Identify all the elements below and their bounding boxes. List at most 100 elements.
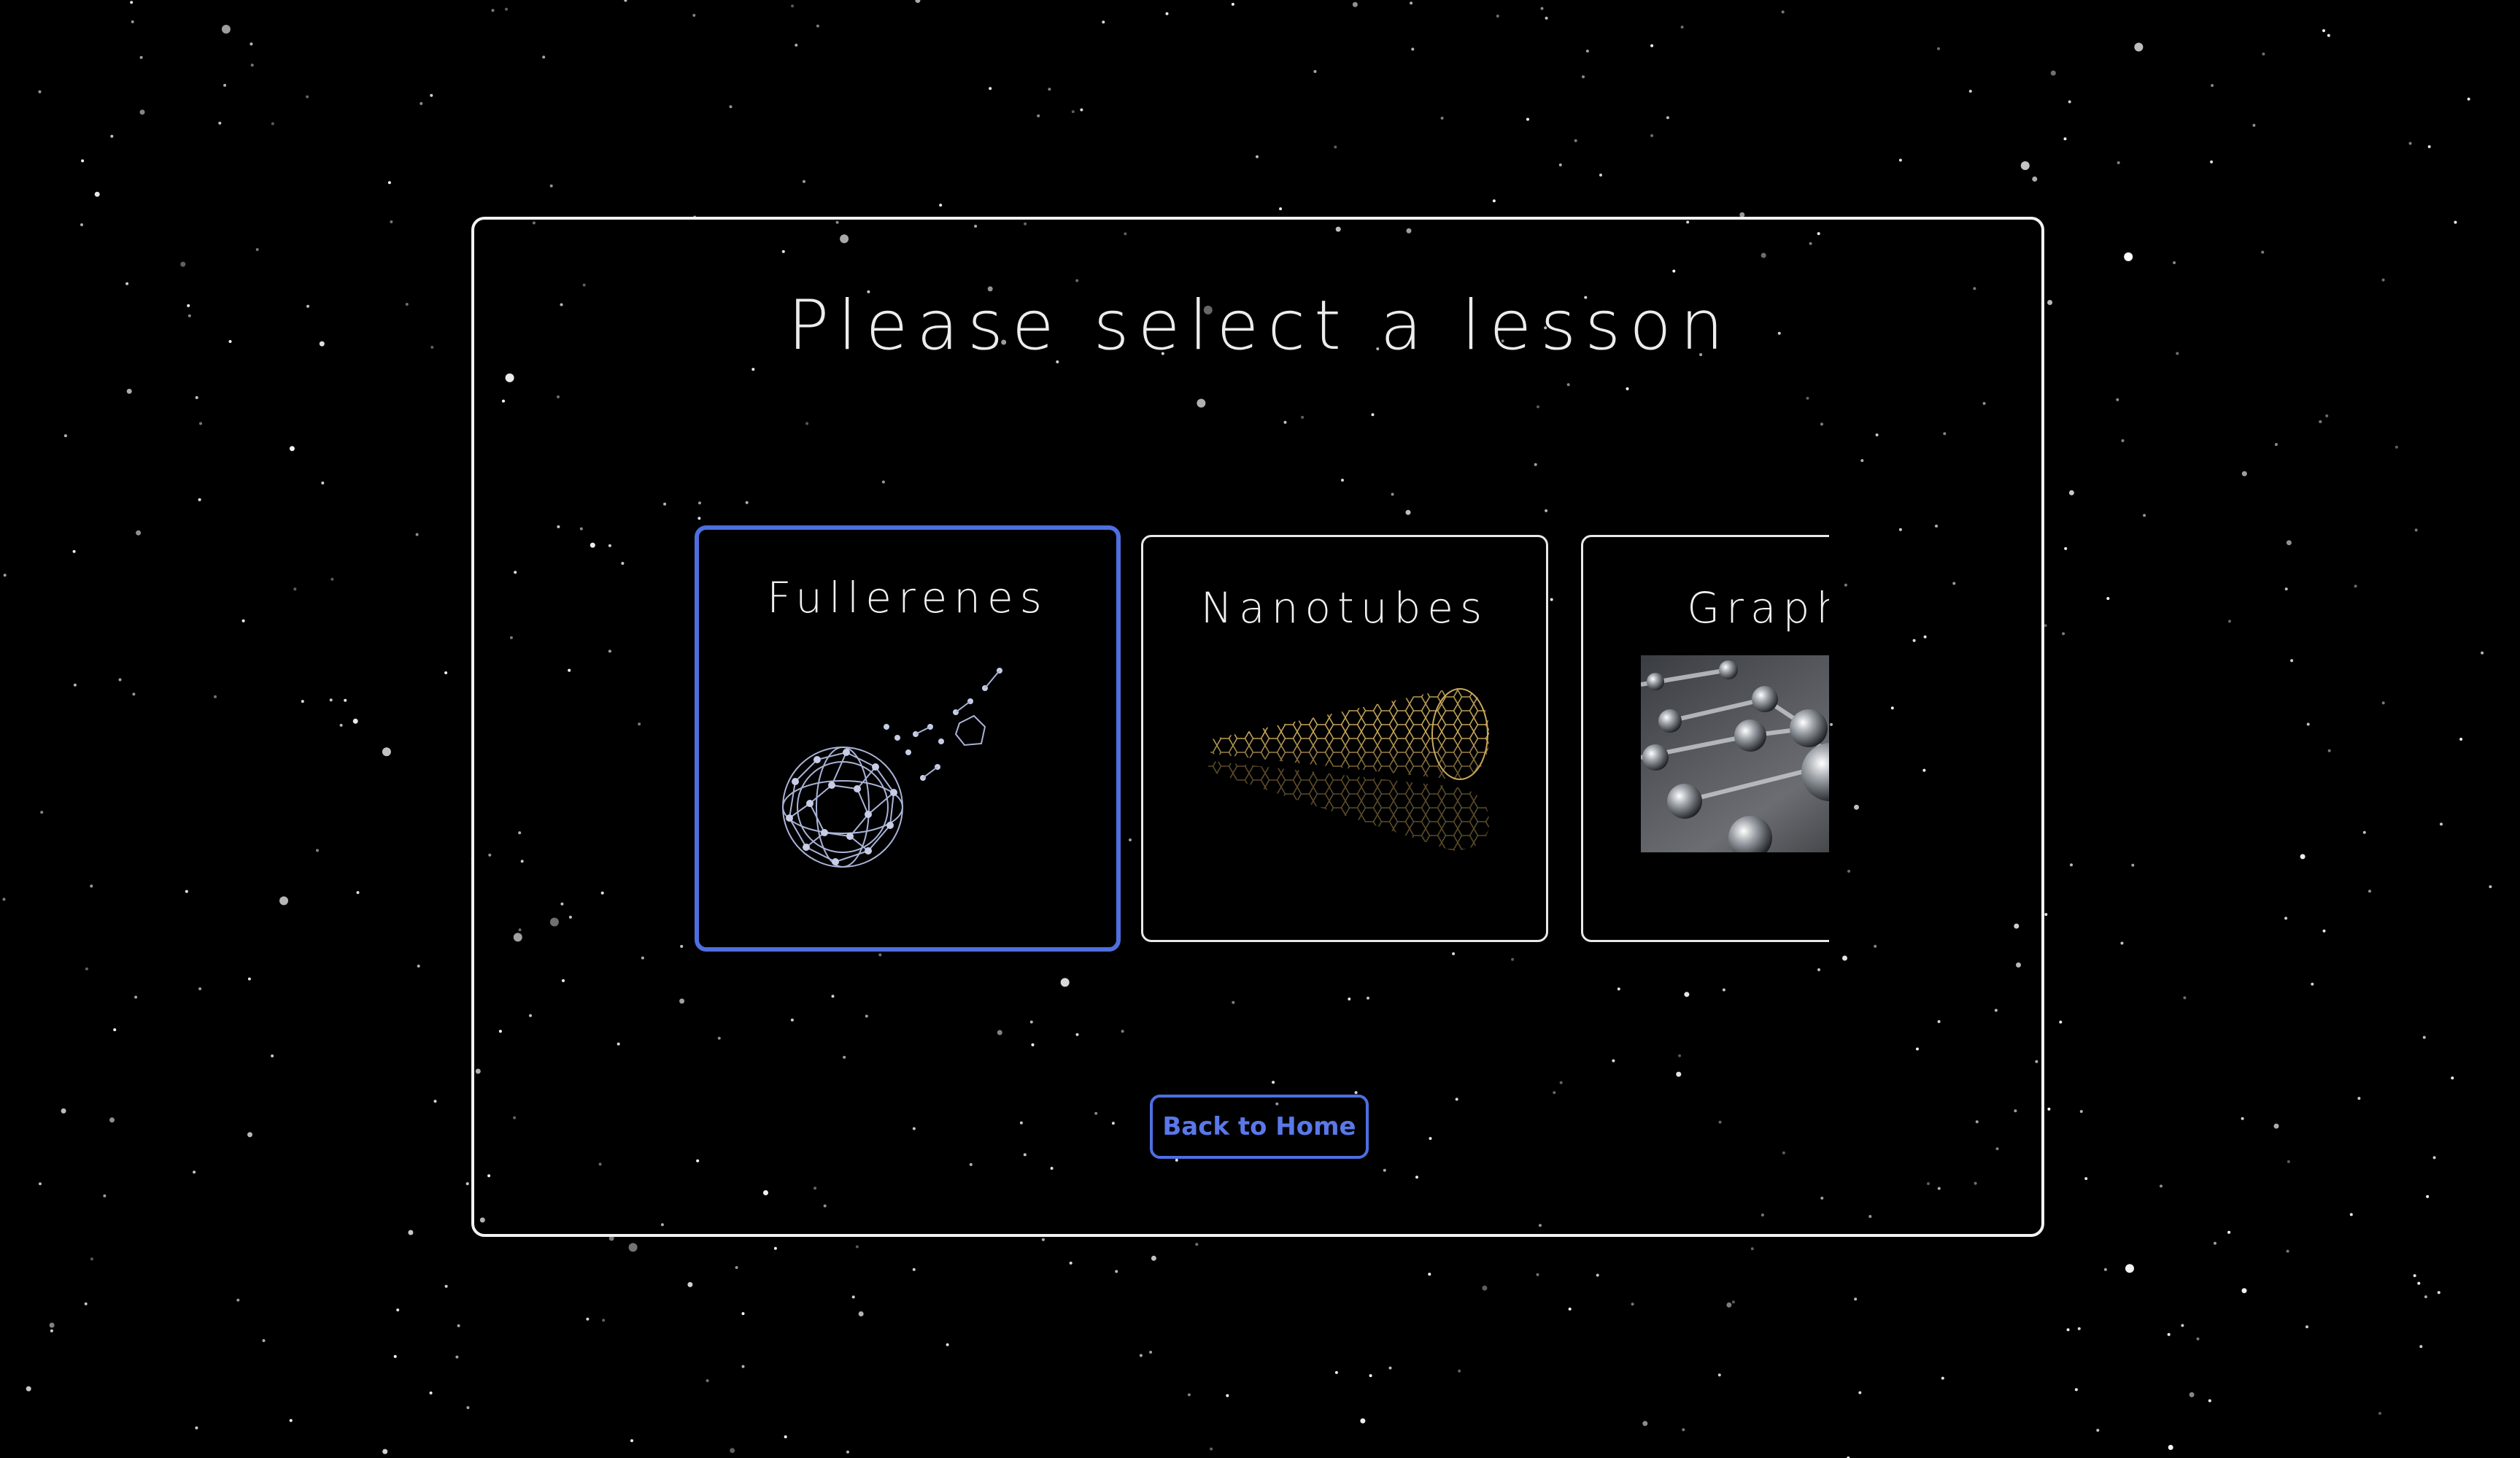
star [185, 890, 188, 893]
star [1750, 1247, 1754, 1251]
star [2241, 1288, 2247, 1294]
star [2252, 123, 2256, 127]
star [2120, 941, 2124, 945]
star [85, 967, 88, 971]
star [2327, 749, 2331, 752]
carbon-nanotube-image [1208, 688, 1489, 851]
star [136, 530, 142, 536]
star [1536, 1273, 1539, 1276]
star [247, 1132, 252, 1138]
star [110, 134, 114, 138]
star [851, 1295, 855, 1299]
star [2322, 29, 2325, 32]
star [2068, 490, 2074, 495]
star [624, 0, 627, 2]
star [125, 282, 129, 285]
star [2167, 1332, 2171, 1336]
star [2451, 1076, 2454, 1080]
star [2059, 1020, 2063, 1024]
lesson-card-nanotubes[interactable]: Nanotubes [1141, 535, 1548, 942]
star [630, 1439, 633, 1443]
star [2077, 1327, 2081, 1330]
star [1369, 1374, 1372, 1378]
star [741, 1365, 745, 1368]
graphene-lattice-image [1641, 655, 1829, 852]
star [784, 1435, 787, 1438]
star [2419, 1345, 2423, 1349]
star [80, 223, 83, 226]
star [387, 181, 391, 185]
star [455, 1355, 459, 1359]
star [1440, 116, 1444, 120]
star [2284, 587, 2288, 591]
star [989, 87, 992, 90]
lesson-card-graphene[interactable]: Graphe [1581, 535, 1829, 942]
star [415, 533, 419, 536]
star [199, 422, 202, 425]
star [741, 1312, 745, 1316]
star [1151, 1255, 1156, 1261]
star [433, 1100, 437, 1103]
star [2467, 97, 2470, 101]
star [1574, 139, 1577, 142]
star [2422, 1035, 2426, 1039]
star [1313, 70, 1317, 73]
star [109, 1117, 115, 1123]
star [236, 1298, 240, 1302]
star [262, 1339, 266, 1343]
star [730, 1448, 735, 1454]
star [2414, 528, 2418, 532]
star [241, 619, 245, 622]
star [1596, 1273, 1599, 1277]
star [692, 14, 696, 17]
star [457, 1324, 460, 1327]
star [2286, 540, 2292, 546]
star [1334, 1370, 1338, 1374]
star [139, 55, 143, 59]
star [2131, 863, 2135, 867]
star [1210, 1447, 1213, 1451]
star [628, 1243, 638, 1252]
star [706, 1379, 709, 1382]
star [2306, 722, 2310, 726]
star [946, 1343, 949, 1346]
star [846, 1450, 849, 1454]
star [2160, 1184, 2163, 1188]
star [250, 42, 253, 46]
lesson-card-fullerenes[interactable]: Fullerenes [695, 525, 1121, 952]
star [2311, 982, 2314, 986]
star [103, 1194, 107, 1197]
star [2408, 142, 2412, 145]
star [1585, 50, 1589, 53]
star [2134, 42, 2144, 52]
star [795, 43, 798, 47]
star [1080, 108, 1083, 112]
star [2319, 420, 2322, 423]
fullerene-molecule-image [782, 668, 1002, 868]
star [791, 4, 795, 8]
star [2096, 1429, 2100, 1432]
star [2454, 220, 2457, 224]
star [2417, 1281, 2421, 1285]
star [444, 671, 448, 674]
star [1540, 7, 1544, 10]
star [1231, 2, 1234, 6]
star [408, 1230, 414, 1235]
star [1165, 12, 1169, 15]
star [430, 93, 433, 97]
star [858, 1311, 864, 1316]
star [2349, 1213, 2353, 1216]
star [2124, 252, 2133, 261]
star [1102, 20, 1105, 24]
star [1411, 47, 1415, 51]
back-to-home-button[interactable]: Back to Home [1150, 1095, 1369, 1159]
star [2210, 160, 2214, 163]
star [1558, 163, 1562, 166]
star [444, 1284, 448, 1288]
lesson-carousel[interactable]: Fullerenes Nanotubes Grap [695, 525, 1829, 956]
star [1041, 1238, 1045, 1241]
star [2437, 1291, 2440, 1295]
star [306, 95, 309, 99]
star [214, 695, 217, 698]
star [2327, 34, 2330, 37]
